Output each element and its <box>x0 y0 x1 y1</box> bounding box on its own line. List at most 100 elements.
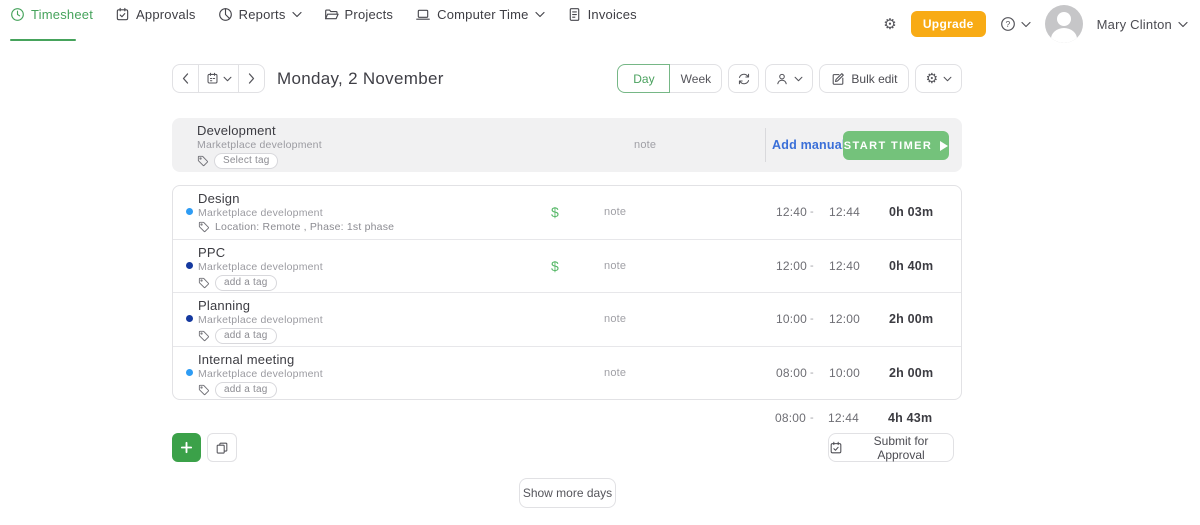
tag-icon <box>197 155 209 167</box>
entry-note[interactable]: note <box>604 313 626 325</box>
entry-task[interactable]: Design <box>198 191 394 206</box>
entry-project[interactable]: Marketplace development <box>198 207 394 219</box>
tracker-divider <box>765 128 766 162</box>
list-settings-button[interactable]: ⚙ <box>915 64 962 93</box>
entry-note[interactable]: note <box>604 260 626 272</box>
entry-tag-line: add a tag <box>198 381 323 398</box>
nav-label: Reports <box>238 7 286 22</box>
user-name: Mary Clinton <box>1096 16 1172 32</box>
chevron-down-icon <box>534 11 545 18</box>
previous-day-button[interactable] <box>172 64 199 93</box>
folder-icon <box>324 7 339 22</box>
nav-label: Approvals <box>136 7 196 22</box>
day-view-button[interactable]: Day <box>617 64 671 93</box>
entry-task[interactable]: Planning <box>198 298 323 313</box>
time-tracker-bar: Development Marketplace development Sele… <box>172 118 962 172</box>
entry-start-time[interactable]: 12:40 <box>776 205 807 219</box>
tracker-project-name[interactable]: Marketplace development <box>197 139 322 151</box>
entry-duration[interactable]: 0h 40m <box>889 259 933 273</box>
play-icon <box>940 140 949 151</box>
tracker-note-input[interactable]: note <box>634 118 656 172</box>
entry-end-time[interactable]: 10:00 <box>829 366 860 380</box>
time-separator: - <box>810 412 814 424</box>
select-tag-pill[interactable]: Select tag <box>214 153 279 169</box>
billable-icon[interactable]: $ <box>551 204 559 220</box>
user-menu[interactable]: Mary Clinton <box>1097 17 1188 32</box>
entry-start-time[interactable]: 10:00 <box>776 312 807 326</box>
add-tag-pill[interactable]: add a tag <box>215 274 277 291</box>
show-more-days-button[interactable]: Show more days <box>519 478 616 508</box>
entry-end-time[interactable]: 12:44 <box>829 205 860 219</box>
user-filter-button[interactable] <box>765 64 814 93</box>
add-entry-button[interactable] <box>172 433 201 462</box>
person-icon <box>775 72 789 86</box>
start-timer-button[interactable]: START TIMER <box>843 131 949 160</box>
settings-gear-icon[interactable]: ⚙ <box>883 16 897 32</box>
entry-tag-line: Location: Remote , Phase: 1st phase <box>198 221 394 233</box>
help-menu[interactable]: ? <box>1000 16 1031 32</box>
entry-task[interactable]: PPC <box>198 245 323 260</box>
main-nav: Timesheet Approvals Reports Projects Com… <box>10 5 637 22</box>
chevron-down-icon <box>291 11 302 18</box>
refresh-button[interactable] <box>728 64 760 93</box>
entry-duration[interactable]: 0h 03m <box>889 205 933 219</box>
tracker-task-name[interactable]: Development <box>197 123 322 138</box>
bulk-edit-label: Bulk edit <box>851 71 898 86</box>
chevron-down-icon <box>943 76 952 82</box>
time-separator: - <box>810 206 814 219</box>
nav-label: Invoices <box>587 7 637 22</box>
entry-project[interactable]: Marketplace development <box>198 314 323 326</box>
nav-label: Timesheet <box>31 7 94 22</box>
clock-icon <box>10 7 25 22</box>
nav-item-invoices[interactable]: Invoices <box>567 7 637 22</box>
tracker-task-info: Development Marketplace development Sele… <box>197 123 322 169</box>
page-title: Monday, 2 November <box>277 68 444 88</box>
entry-start-time[interactable]: 08:00 <box>776 366 807 380</box>
calendar-check-icon <box>115 7 130 22</box>
view-controls: Day Week Bulk edit ⚙ <box>617 64 962 93</box>
nav-item-timesheet[interactable]: Timesheet <box>10 7 93 22</box>
tag-icon <box>198 277 210 289</box>
entry-note[interactable]: note <box>604 367 626 379</box>
start-timer-label: START TIMER <box>843 139 933 152</box>
week-view-button[interactable]: Week <box>669 64 723 93</box>
active-tab-underline <box>10 39 76 41</box>
timesheet-app: Timesheet Approvals Reports Projects Com… <box>0 0 1200 525</box>
nav-item-approvals[interactable]: Approvals <box>115 7 196 22</box>
entry-end-time[interactable]: 12:40 <box>829 259 860 273</box>
tracker-tag-line: Select tag <box>197 153 322 169</box>
tag-icon <box>198 330 210 342</box>
nav-item-reports[interactable]: Reports <box>218 7 302 22</box>
add-tag-pill[interactable]: add a tag <box>215 381 277 398</box>
duplicate-day-button[interactable] <box>207 433 237 462</box>
bulk-edit-button[interactable]: Bulk edit <box>819 64 910 93</box>
entry-project[interactable]: Marketplace development <box>198 261 323 273</box>
submit-for-approval-button[interactable]: Submit for Approval <box>828 433 954 462</box>
entry-task[interactable]: Internal meeting <box>198 352 323 367</box>
project-color-dot <box>186 368 193 376</box>
nav-right-controls: ⚙ Upgrade ? Mary Clinton <box>883 5 1188 43</box>
entry-project[interactable]: Marketplace development <box>198 368 323 380</box>
total-start-time: 08:00 <box>775 411 807 425</box>
billable-icon[interactable]: $ <box>551 258 559 274</box>
next-day-button[interactable] <box>238 64 265 93</box>
table-row: Planning Marketplace development add a t… <box>173 292 961 346</box>
submit-label: Submit for Approval <box>873 433 929 462</box>
add-tag-pill[interactable]: add a tag <box>215 328 277 344</box>
user-avatar[interactable] <box>1044 5 1083 43</box>
nav-item-projects[interactable]: Projects <box>324 7 394 22</box>
upgrade-button[interactable]: Upgrade <box>910 11 986 37</box>
entry-start-time[interactable]: 12:00 <box>776 259 807 273</box>
nav-item-computer-time[interactable]: Computer Time <box>415 7 545 22</box>
entry-tags[interactable]: Location: Remote , Phase: 1st phase <box>215 221 394 233</box>
entry-info: PPC Marketplace development add a tag <box>198 245 323 291</box>
table-row: PPC Marketplace development add a tag $ … <box>173 238 961 293</box>
entry-duration[interactable]: 2h 00m <box>889 366 933 380</box>
calendar-picker-button[interactable] <box>198 64 239 93</box>
entry-end-time[interactable]: 12:00 <box>829 312 860 326</box>
entry-duration[interactable]: 2h 00m <box>889 312 933 326</box>
entry-info: Planning Marketplace development add a t… <box>198 298 323 344</box>
entry-note[interactable]: note <box>604 206 626 218</box>
entry-tag-line: add a tag <box>198 328 323 344</box>
day-totals: 08:00 - 12:44 4h 43m <box>0 404 1200 432</box>
